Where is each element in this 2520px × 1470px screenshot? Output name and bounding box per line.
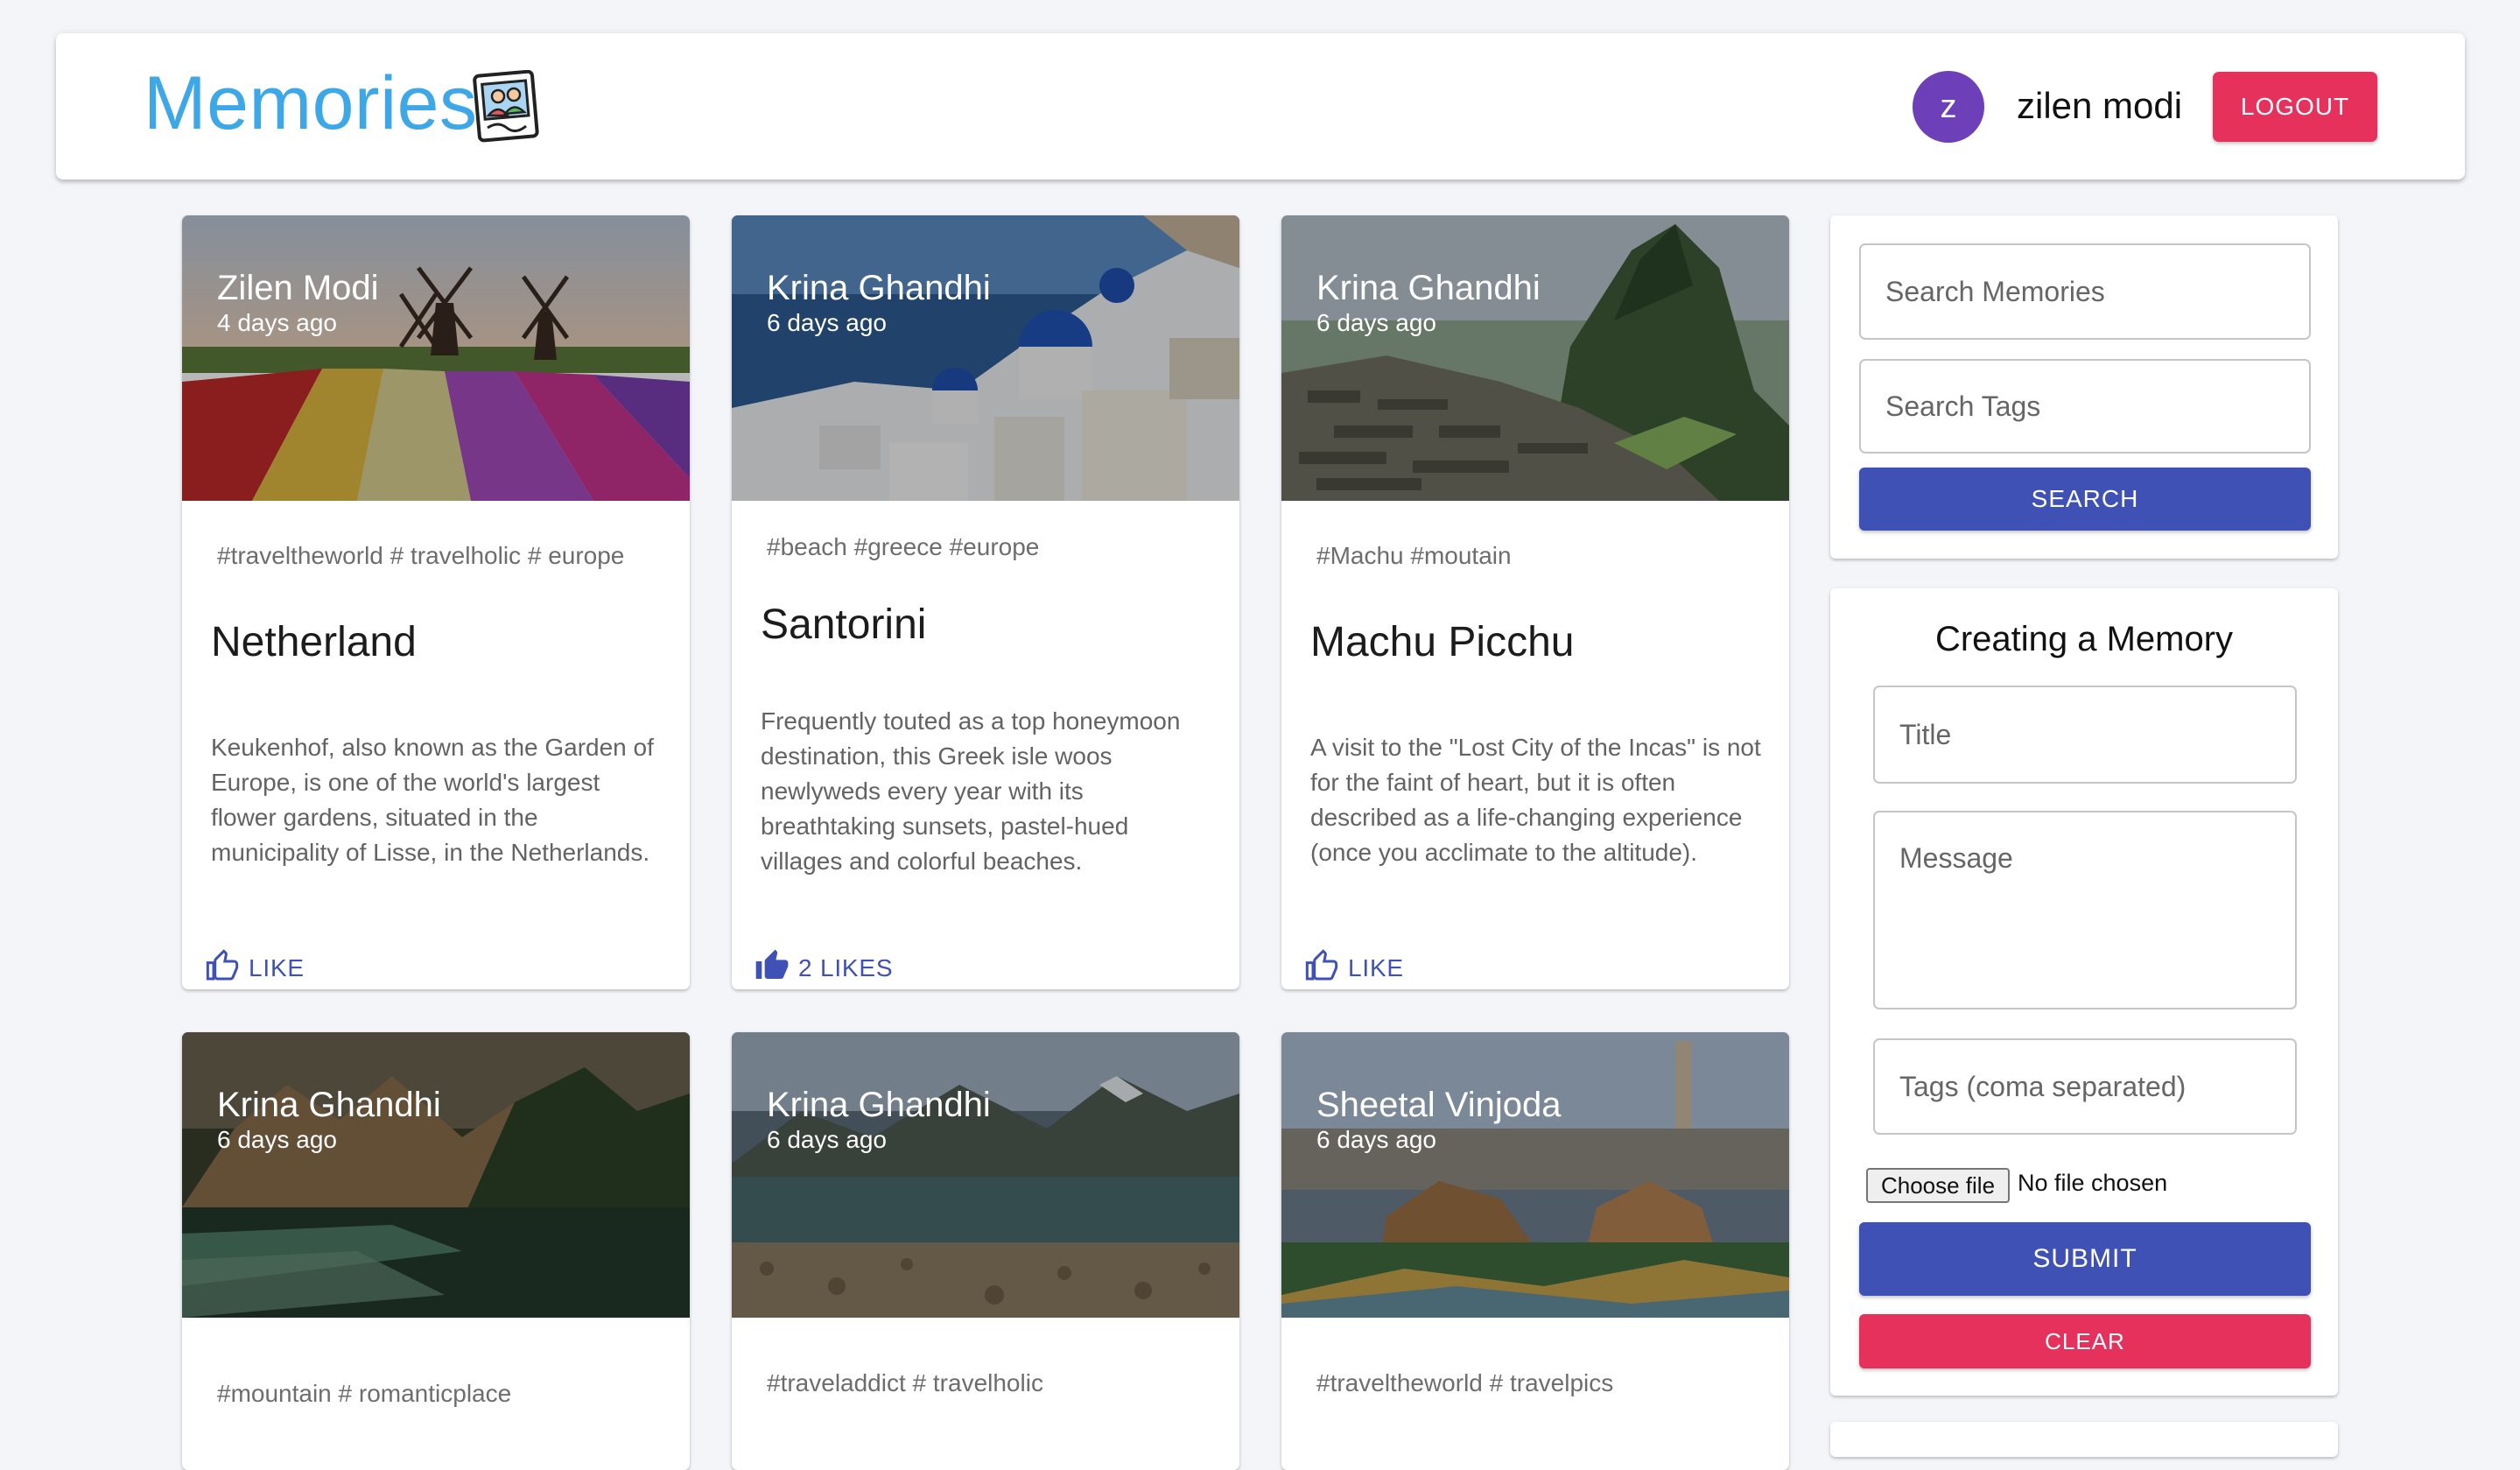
submit-button[interactable]: SUBMIT [1859, 1222, 2311, 1296]
like-button[interactable]: 2 LIKES [755, 947, 893, 989]
card-timestamp: 6 days ago [767, 1126, 887, 1153]
card-author: Krina Ghandhi [217, 1086, 441, 1124]
card-title: Santorini [761, 601, 927, 648]
card-timestamp: 6 days ago [767, 309, 887, 336]
avatar[interactable]: z [1913, 71, 1984, 143]
card-timestamp: 4 days ago [217, 309, 337, 336]
card-title: Machu Picchu [1310, 619, 1575, 665]
like-button[interactable]: LIKE [205, 947, 305, 989]
card-image [1281, 215, 1789, 501]
card-author: Sheetal Vinjoda [1316, 1086, 1562, 1124]
card-message: A visit to the "Lost City of the Incas" … [1310, 734, 1761, 866]
memory-card[interactable]: Zilen Modi 4 days ago #traveltheworld # … [182, 215, 690, 989]
photo-frame-icon [472, 69, 542, 144]
card-tags: #mountain # romanticplace [217, 1380, 512, 1407]
card-image [1281, 1032, 1789, 1318]
card-author: Krina Ghandhi [767, 269, 991, 307]
pagination-panel [1830, 1422, 2338, 1457]
card-tags: #traveltheworld # travelholic # europe [217, 542, 625, 569]
card-tags: #beach #greece #europe [767, 533, 1040, 560]
like-label: LIKE [249, 954, 305, 981]
clear-button[interactable]: CLEAR [1859, 1314, 2311, 1368]
card-author: Krina Ghandhi [767, 1086, 991, 1124]
card-author: Krina Ghandhi [1316, 269, 1541, 307]
memory-card[interactable]: Krina Ghandhi 6 days ago #beach #greece … [732, 215, 1239, 989]
thumb-up-filled-icon [755, 948, 798, 989]
card-tags: #traveladdict # travelholic [767, 1369, 1043, 1396]
search-memories-input[interactable] [1859, 243, 2311, 340]
tags-field[interactable] [1873, 1038, 2297, 1135]
card-message: Keukenhof, also known as the Garden of E… [211, 734, 654, 866]
brand-title[interactable]: Memories [144, 60, 478, 147]
card-image [182, 1032, 690, 1318]
choose-file-button[interactable]: Choose file [1866, 1168, 2010, 1203]
memory-card[interactable]: Krina Ghandhi 6 days ago #Machu #moutain… [1281, 215, 1789, 989]
card-author: Zilen Modi [217, 269, 379, 307]
like-button[interactable]: LIKE [1304, 947, 1404, 989]
memory-card[interactable]: Krina Ghandhi 6 days ago #mountain # rom… [182, 1032, 690, 1470]
search-button[interactable]: SEARCH [1859, 468, 2311, 531]
user-name: zilen modi [2017, 85, 2183, 126]
card-image [732, 215, 1239, 501]
like-label: LIKE [1348, 954, 1404, 981]
card-title: Netherland [211, 619, 417, 665]
card-tags: #Machu #moutain [1316, 542, 1512, 569]
memory-card[interactable]: Krina Ghandhi 6 days ago #traveladdict #… [732, 1032, 1239, 1470]
title-field[interactable] [1873, 686, 2297, 784]
card-timestamp: 6 days ago [1316, 309, 1436, 336]
card-image [182, 215, 690, 501]
card-tags: #traveltheworld # travelpics [1316, 1369, 1614, 1396]
card-timestamp: 6 days ago [217, 1126, 337, 1153]
file-status: No file chosen [2018, 1170, 2168, 1196]
message-field[interactable] [1873, 811, 2297, 1009]
app-bar: Memories z zilen modi LOGOUT [56, 33, 2465, 179]
memory-card[interactable]: Sheetal Vinjoda 6 days ago #travelthewor… [1281, 1032, 1789, 1470]
thumb-up-outline-icon [1304, 948, 1348, 989]
card-message: Frequently touted as a top honeymoon des… [761, 707, 1181, 875]
search-tags-input[interactable] [1859, 359, 2311, 454]
card-timestamp: 6 days ago [1316, 1126, 1436, 1153]
like-label: 2 LIKES [798, 954, 894, 981]
card-image [732, 1032, 1239, 1318]
thumb-up-outline-icon [205, 948, 249, 989]
form-heading: Creating a Memory [1934, 620, 2234, 658]
logout-button[interactable]: LOGOUT [2213, 72, 2377, 142]
